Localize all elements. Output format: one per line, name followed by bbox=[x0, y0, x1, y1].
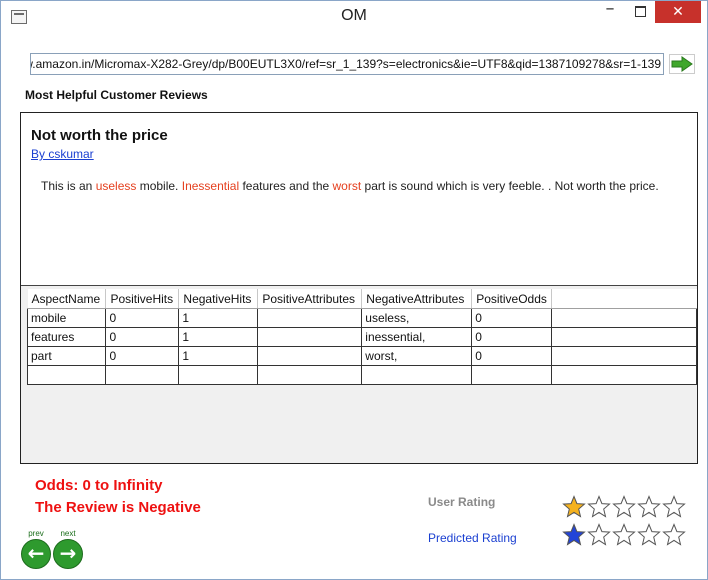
column-header[interactable]: NegativeAttributes bbox=[361, 289, 473, 309]
column-header[interactable]: AspectName bbox=[27, 289, 107, 309]
prev-button[interactable]: prev ← bbox=[21, 529, 51, 569]
url-text: w.amazon.in/Micromax-X282-Grey/dp/B00EUT… bbox=[30, 57, 661, 71]
review-panel: Not worth the price By cskumar This is a… bbox=[20, 112, 698, 464]
negative-word: Inessential bbox=[181, 179, 240, 193]
negative-word: worst bbox=[332, 179, 362, 193]
table-cell[interactable]: mobile bbox=[26, 308, 107, 328]
star-empty-icon bbox=[612, 523, 636, 546]
url-input[interactable]: w.amazon.in/Micromax-X282-Grey/dp/B00EUT… bbox=[30, 53, 664, 75]
maximize-button[interactable] bbox=[627, 1, 653, 23]
review-author-link[interactable]: By cskumar bbox=[31, 147, 94, 161]
go-button[interactable] bbox=[669, 54, 695, 74]
table-cell[interactable]: 0 bbox=[471, 327, 552, 347]
column-header[interactable]: PositiveAttributes bbox=[257, 289, 363, 309]
maximize-icon bbox=[634, 6, 646, 17]
close-button[interactable]: ✕ bbox=[655, 1, 701, 23]
left-arrow-icon: ← bbox=[21, 539, 51, 569]
table-cell[interactable]: inessential, bbox=[361, 327, 473, 347]
next-label: next bbox=[60, 529, 76, 538]
odds-text: Odds: 0 to Infinity bbox=[35, 477, 163, 494]
table-cell[interactable] bbox=[361, 365, 473, 385]
user-rating-stars[interactable] bbox=[562, 495, 688, 519]
table-cell[interactable] bbox=[26, 365, 107, 385]
table-cell[interactable]: 0 bbox=[105, 308, 180, 328]
table-cell[interactable] bbox=[178, 365, 259, 385]
review-text-part: This is an bbox=[41, 179, 96, 193]
aspect-grid[interactable]: AspectName PositiveHits NegativeHits Pos… bbox=[26, 289, 698, 385]
star-empty-icon bbox=[612, 495, 636, 518]
table-cell[interactable] bbox=[257, 346, 363, 366]
table-cell[interactable]: 1 bbox=[178, 308, 259, 328]
table-cell-filler bbox=[551, 346, 698, 366]
table-cell[interactable]: 1 bbox=[178, 327, 259, 347]
column-header[interactable]: PositiveHits bbox=[105, 289, 180, 309]
table-cell[interactable]: useless, bbox=[361, 308, 473, 328]
right-arrow-icon: → bbox=[53, 539, 83, 569]
table-cell[interactable]: 0 bbox=[471, 346, 552, 366]
star-filled-icon bbox=[562, 495, 586, 518]
table-cell[interactable]: 0 bbox=[471, 308, 552, 328]
review-text-part: part is sound which is very feeble. . No… bbox=[361, 179, 659, 193]
review-title: Not worth the price bbox=[31, 127, 168, 144]
section-label: Most Helpful Customer Reviews bbox=[25, 88, 208, 102]
star-empty-icon bbox=[637, 495, 661, 518]
column-header-filler bbox=[551, 289, 697, 309]
table-cell[interactable] bbox=[471, 365, 552, 385]
star-filled-icon bbox=[562, 523, 586, 546]
table-cell[interactable]: 1 bbox=[178, 346, 259, 366]
table-cell[interactable]: worst, bbox=[361, 346, 473, 366]
next-button[interactable]: next → bbox=[53, 529, 83, 569]
title-bar: OM – ✕ bbox=[1, 0, 707, 35]
table-row-new[interactable] bbox=[26, 365, 698, 385]
review-content: Not worth the price By cskumar This is a… bbox=[21, 113, 697, 286]
table-cell[interactable]: features bbox=[26, 327, 107, 347]
table-cell[interactable] bbox=[257, 365, 363, 385]
table-cell[interactable]: 0 bbox=[105, 346, 180, 366]
table-cell-filler bbox=[551, 327, 698, 347]
verdict-text: The Review is Negative bbox=[35, 499, 201, 516]
table-cell[interactable]: 0 bbox=[105, 327, 180, 347]
column-header[interactable]: NegativeHits bbox=[178, 289, 259, 309]
table-row[interactable]: part 0 1 worst, 0 bbox=[26, 346, 698, 366]
table-cell[interactable] bbox=[257, 327, 363, 347]
star-empty-icon bbox=[587, 495, 611, 518]
predicted-rating-label: Predicted Rating bbox=[428, 531, 517, 545]
table-row[interactable]: mobile 0 1 useless, 0 bbox=[26, 308, 698, 328]
table-cell[interactable] bbox=[105, 365, 180, 385]
review-text-part: mobile. bbox=[136, 179, 182, 193]
column-header[interactable]: PositiveOdds bbox=[471, 289, 552, 309]
table-row[interactable]: features 0 1 inessential, 0 bbox=[26, 327, 698, 347]
table-cell-filler bbox=[551, 365, 698, 385]
table-cell[interactable] bbox=[257, 308, 363, 328]
user-rating-label: User Rating bbox=[428, 495, 496, 509]
star-empty-icon bbox=[662, 495, 686, 518]
negative-word: useless bbox=[95, 179, 137, 193]
review-text-part: features and the bbox=[239, 179, 333, 193]
table-cell[interactable]: part bbox=[26, 346, 107, 366]
table-cell-filler bbox=[551, 308, 698, 328]
star-empty-icon bbox=[637, 523, 661, 546]
app-window: OM – ✕ w.amazon.in/Micromax-X282-Grey/dp… bbox=[0, 0, 708, 580]
star-empty-icon bbox=[587, 523, 611, 546]
review-text: This is an useless mobile. Inessential f… bbox=[41, 179, 659, 193]
star-empty-icon bbox=[662, 523, 686, 546]
grid-header-row: AspectName PositiveHits NegativeHits Pos… bbox=[27, 289, 697, 309]
minimize-button[interactable]: – bbox=[597, 0, 623, 23]
predicted-rating-stars bbox=[562, 523, 688, 547]
prev-label: prev bbox=[28, 529, 44, 538]
